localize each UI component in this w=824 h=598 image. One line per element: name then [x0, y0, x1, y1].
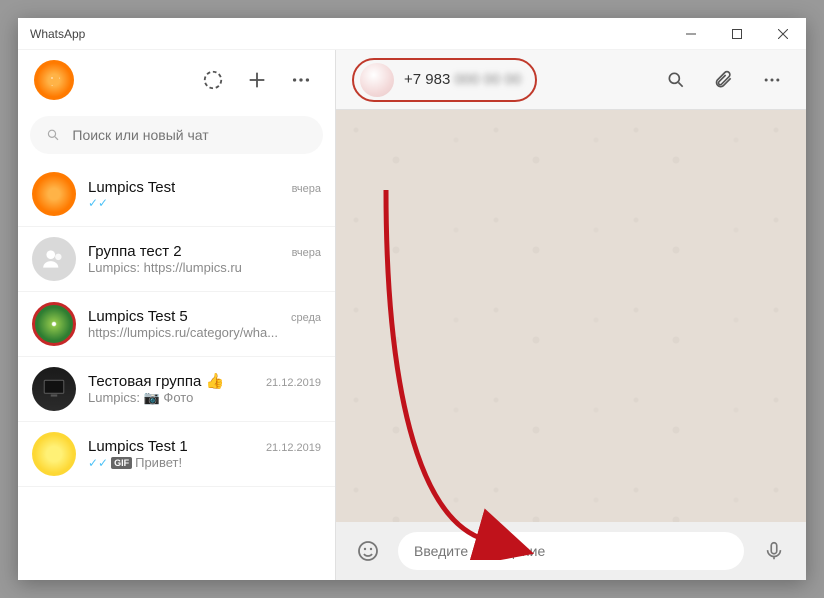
sidebar: Lumpics Test вчера ✓✓ Группа тест 2 вчер… [18, 50, 336, 580]
app-body: Lumpics Test вчера ✓✓ Группа тест 2 вчер… [18, 50, 806, 580]
contact-info[interactable]: +7 983 000 00 00 [352, 58, 537, 102]
chat-item[interactable]: Lumpics Test вчера ✓✓ [18, 162, 335, 227]
mic-icon[interactable] [756, 533, 792, 569]
read-ticks-icon: ✓✓ [88, 196, 108, 210]
gif-badge: GIF [111, 457, 132, 469]
chat-list: Lumpics Test вчера ✓✓ Группа тест 2 вчер… [18, 162, 335, 580]
attach-icon[interactable] [706, 62, 742, 98]
maximize-button[interactable] [714, 18, 760, 49]
chat-name: Тестовая группа 👍 [88, 372, 224, 390]
chat-preview: https://lumpics.ru/category/wha... [88, 325, 321, 340]
conversation-panel: +7 983 000 00 00 [336, 50, 806, 580]
close-button[interactable] [760, 18, 806, 49]
conversation-menu-icon[interactable] [754, 62, 790, 98]
messages-area [336, 110, 806, 522]
chat-avatar [32, 237, 76, 281]
message-input-wrap[interactable] [398, 532, 744, 570]
status-icon[interactable] [195, 62, 231, 98]
chat-time: 21.12.2019 [266, 442, 321, 454]
contact-avatar [360, 63, 394, 97]
search-box[interactable] [30, 116, 323, 154]
new-chat-icon[interactable] [239, 62, 275, 98]
chat-preview: Lumpics: https://lumpics.ru [88, 260, 321, 275]
window-controls [668, 18, 806, 49]
minimize-button[interactable] [668, 18, 714, 49]
search-row [18, 110, 335, 162]
titlebar: WhatsApp [18, 18, 806, 50]
chat-preview: Lumpics: 📷 Фото [88, 390, 321, 406]
chat-time: вчера [292, 183, 321, 195]
sidebar-header [18, 50, 335, 110]
chat-avatar [32, 432, 76, 476]
conversation-search-icon[interactable] [658, 62, 694, 98]
chat-time: среда [291, 312, 321, 324]
chat-name: Lumpics Test [88, 179, 175, 196]
chat-item[interactable]: Lumpics Test 1 21.12.2019 ✓✓ GIF Привет! [18, 422, 335, 487]
composer [336, 522, 806, 580]
chat-item[interactable]: Lumpics Test 5 среда https://lumpics.ru/… [18, 292, 335, 357]
chat-name: Lumpics Test 1 [88, 438, 188, 455]
window-title: WhatsApp [30, 27, 668, 41]
chat-preview: ✓✓ GIF Привет! [88, 455, 321, 470]
annotation-arrow [376, 180, 536, 560]
chat-name: Группа тест 2 [88, 243, 182, 260]
chat-time: 21.12.2019 [266, 377, 321, 389]
contact-number: +7 983 000 00 00 [404, 71, 521, 88]
chat-name: Lumpics Test 5 [88, 308, 188, 325]
app-window: WhatsApp [18, 18, 806, 580]
chat-avatar [32, 302, 76, 346]
chat-time: вчера [292, 247, 321, 259]
search-input[interactable] [72, 127, 307, 143]
search-icon [46, 127, 60, 143]
chat-avatar [32, 172, 76, 216]
chat-preview: ✓✓ [88, 196, 321, 210]
chat-item[interactable]: Группа тест 2 вчера Lumpics: https://lum… [18, 227, 335, 292]
sidebar-menu-icon[interactable] [283, 62, 319, 98]
chat-item[interactable]: Тестовая группа 👍 21.12.2019 Lumpics: 📷 … [18, 357, 335, 422]
chat-avatar [32, 367, 76, 411]
conversation-header: +7 983 000 00 00 [336, 50, 806, 110]
profile-avatar[interactable] [34, 60, 74, 100]
read-ticks-icon: ✓✓ [88, 456, 108, 470]
message-input[interactable] [414, 543, 728, 559]
emoji-icon[interactable] [350, 533, 386, 569]
